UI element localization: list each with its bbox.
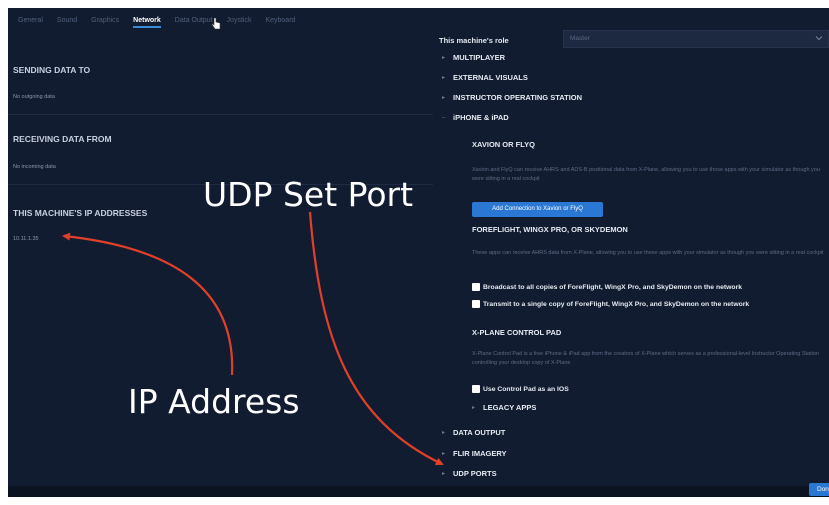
- broadcast-checkbox[interactable]: [472, 283, 480, 291]
- section-external-visuals[interactable]: ▸ EXTERNAL VISUALS: [442, 73, 528, 82]
- broadcast-checkbox-row[interactable]: Broadcast to all copies of ForeFlight, W…: [472, 283, 742, 291]
- sending-data-heading: SENDING DATA TO: [13, 65, 91, 75]
- control-pad-heading: X-PLANE CONTROL PAD: [472, 328, 562, 337]
- section-instructor-station[interactable]: ▸ INSTRUCTOR OPERATING STATION: [442, 93, 582, 102]
- section-legacy-apps[interactable]: ▸ LEGACY APPS: [472, 403, 536, 412]
- machine-role-select[interactable]: Master: [563, 30, 829, 48]
- ip-address-value: 10.11.1.35: [13, 236, 39, 242]
- left-panel: SENDING DATA TO No outgoing data RECEIVI…: [8, 8, 433, 497]
- chevron-right-icon: ▸: [442, 430, 446, 436]
- machine-role-value: Master: [570, 35, 590, 42]
- section-label: INSTRUCTOR OPERATING STATION: [453, 93, 583, 102]
- section-label: iPHONE & iPAD: [453, 113, 509, 122]
- use-control-pad-checkbox[interactable]: [472, 385, 480, 393]
- chevron-right-icon: ▸: [442, 75, 446, 81]
- bottom-bar: [8, 486, 829, 497]
- section-flir-imagery[interactable]: ▸ FLIR IMAGERY: [442, 449, 506, 458]
- minus-icon: –: [442, 114, 446, 121]
- chevron-right-icon: ▸: [442, 55, 446, 61]
- transmit-checkbox-row[interactable]: Transmit to a single copy of ForeFlight,…: [472, 300, 749, 308]
- chevron-right-icon: ▸: [442, 471, 446, 477]
- ip-addresses-heading: THIS MACHINE'S IP ADDRESSES: [13, 208, 148, 218]
- use-control-pad-checkbox-row[interactable]: Use Control Pad as an IOS: [472, 385, 569, 393]
- done-button[interactable]: Done: [809, 483, 829, 496]
- foreflight-heading: FOREFLIGHT, WINGX PRO, OR SKYDEMON: [472, 225, 628, 234]
- settings-window: General Sound Graphics Network Data Outp…: [8, 8, 829, 497]
- divider: [8, 114, 433, 115]
- xavion-description: Xavion and FlyQ can receive AHRS and ADS…: [472, 167, 820, 182]
- section-iphone-ipad[interactable]: – iPHONE & iPAD: [442, 113, 509, 122]
- receiving-data-heading: RECEIVING DATA FROM: [13, 134, 112, 144]
- machine-role-label: This machine's role: [439, 36, 509, 45]
- section-label: UDP PORTS: [453, 469, 497, 478]
- control-pad-description: X-Plane Control Pad is a free iPhone & i…: [472, 351, 819, 366]
- ip-address-annotation: IP Address: [128, 382, 300, 421]
- section-label: EXTERNAL VISUALS: [453, 73, 528, 82]
- section-data-output[interactable]: ▸ DATA OUTPUT: [442, 428, 505, 437]
- right-panel: This machine's role Master ▸ MULTIPLAYER…: [436, 28, 829, 488]
- xavion-heading: XAVION OR FLYQ: [472, 140, 535, 149]
- udp-set-port-annotation: UDP Set Port: [203, 175, 414, 214]
- foreflight-description: These apps can receive AHRS data from X-…: [472, 250, 824, 256]
- transmit-label: Transmit to a single copy of ForeFlight,…: [483, 300, 750, 308]
- chevron-right-icon: ▸: [442, 95, 446, 101]
- use-control-pad-label: Use Control Pad as an IOS: [483, 385, 569, 393]
- section-label: MULTIPLAYER: [453, 53, 506, 62]
- add-xavion-connection-button[interactable]: Add Connection to Xavion or FlyQ: [472, 202, 603, 217]
- section-label: LEGACY APPS: [483, 403, 537, 412]
- chevron-right-icon: ▸: [472, 405, 476, 411]
- sending-data-value: No outgoing data: [13, 94, 55, 100]
- section-label: FLIR IMAGERY: [453, 449, 507, 458]
- receiving-data-value: No incoming data: [13, 164, 56, 170]
- section-multiplayer[interactable]: ▸ MULTIPLAYER: [442, 53, 505, 62]
- broadcast-label: Broadcast to all copies of ForeFlight, W…: [483, 283, 743, 291]
- chevron-down-icon: [815, 36, 823, 41]
- transmit-checkbox[interactable]: [472, 300, 480, 308]
- chevron-right-icon: ▸: [442, 451, 446, 457]
- section-udp-ports[interactable]: ▸ UDP PORTS: [442, 469, 497, 478]
- section-label: DATA OUTPUT: [453, 428, 506, 437]
